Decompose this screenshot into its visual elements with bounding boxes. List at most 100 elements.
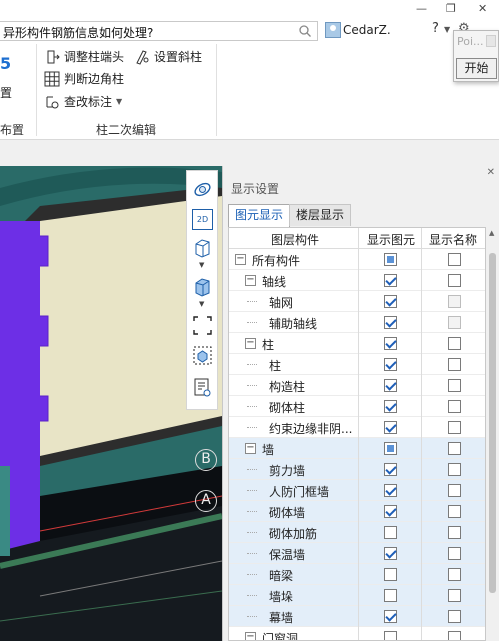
show-element-checkbox[interactable] (384, 631, 397, 640)
show-name-checkbox[interactable] (448, 610, 461, 623)
show-name-checkbox[interactable] (448, 526, 461, 539)
show-name-checkbox[interactable] (448, 631, 461, 640)
display-settings-icon[interactable] (192, 377, 213, 398)
column-header-show-name: 显示名称 (429, 233, 478, 247)
toolbar-strip (0, 140, 499, 166)
cube-view-dropdown-icon[interactable]: ▼ (199, 261, 204, 269)
table-row[interactable]: − 墙 (229, 438, 485, 459)
table-row[interactable]: 人防门框墙 (229, 480, 485, 501)
show-element-checkbox[interactable] (384, 295, 397, 308)
show-element-checkbox[interactable] (384, 442, 397, 455)
show-name-checkbox[interactable] (448, 505, 461, 518)
show-element-checkbox[interactable] (384, 274, 397, 287)
show-name-checkbox[interactable] (448, 589, 461, 602)
table-row[interactable]: 砌体墙 (229, 501, 485, 522)
layout-button-label[interactable]: 置 (0, 84, 12, 101)
show-element-checkbox[interactable] (384, 253, 397, 266)
show-name-checkbox[interactable] (448, 379, 461, 392)
orbit-icon[interactable] (192, 179, 213, 200)
show-element-checkbox[interactable] (384, 505, 397, 518)
table-row[interactable]: 辅助轴线 (229, 312, 485, 333)
tab-element-display[interactable]: 图元显示 (228, 204, 291, 227)
table-row[interactable]: 砌体柱 (229, 396, 485, 417)
tab-floor-display[interactable]: 楼层显示 (289, 204, 352, 226)
minimize-icon[interactable]: — (416, 2, 427, 15)
zoom-extents-icon[interactable] (192, 315, 213, 336)
table-row[interactable]: 幕墙 (229, 606, 485, 627)
table-row[interactable]: 柱 (229, 354, 485, 375)
collapse-toggle-icon[interactable]: − (245, 338, 256, 349)
close-window-icon[interactable]: ✕ (478, 2, 487, 15)
user-name[interactable]: CedarZ. (343, 23, 391, 37)
solid-cube-icon[interactable] (192, 276, 213, 297)
popup-input-button[interactable] (486, 35, 496, 47)
table-row[interactable]: − 轴线 (229, 270, 485, 291)
show-element-checkbox[interactable] (384, 400, 397, 413)
show-element-checkbox[interactable] (384, 463, 397, 476)
table-row[interactable]: − 所有构件 (229, 249, 485, 270)
popup-input[interactable]: Poi... (457, 35, 484, 48)
collapse-toggle-icon[interactable]: − (245, 632, 256, 640)
table-row[interactable]: − 门窗洞 (229, 627, 485, 640)
tree-connector (247, 364, 257, 365)
show-element-checkbox[interactable] (384, 421, 397, 434)
show-name-checkbox[interactable] (448, 253, 461, 266)
show-name-checkbox[interactable] (448, 442, 461, 455)
layer-label: 柱 (269, 359, 282, 373)
show-name-checkbox[interactable] (448, 358, 461, 371)
show-element-checkbox[interactable] (384, 610, 397, 623)
table-row[interactable]: 保温墙 (229, 543, 485, 564)
show-name-checkbox[interactable] (448, 274, 461, 287)
show-element-checkbox[interactable] (384, 337, 397, 350)
search-icon[interactable] (298, 24, 312, 38)
table-row[interactable]: 剪力墙 (229, 459, 485, 480)
restore-icon[interactable]: ❐ (446, 2, 456, 15)
adjust-column-end-icon (47, 50, 60, 63)
help-dropdown-icon[interactable]: ▼ (444, 25, 450, 34)
view-box-icon[interactable] (192, 345, 213, 366)
tree-connector (247, 322, 257, 323)
show-name-checkbox[interactable] (448, 337, 461, 350)
scrollbar-thumb[interactable] (489, 253, 496, 593)
show-name-checkbox[interactable] (448, 400, 461, 413)
show-element-checkbox[interactable] (384, 589, 397, 602)
user-avatar-icon[interactable] (325, 22, 341, 38)
table-row[interactable]: 约束边缘非阴... (229, 417, 485, 438)
judge-corner-column-button[interactable]: 判断边角柱 (44, 70, 124, 87)
panel-close-icon[interactable]: ✕ (487, 167, 495, 178)
show-element-checkbox[interactable] (384, 379, 397, 392)
cube-view-icon[interactable] (192, 237, 213, 258)
start-button[interactable]: 开始 (456, 58, 497, 79)
show-element-checkbox[interactable] (384, 316, 397, 329)
adjust-column-end-button[interactable]: 调整柱端头 (44, 48, 124, 65)
panel-scrollbar[interactable]: ▲ (487, 227, 498, 641)
scroll-up-icon[interactable]: ▲ (489, 229, 494, 237)
set-inclined-column-button[interactable]: 设置斜柱 (134, 48, 202, 65)
show-element-checkbox[interactable] (384, 568, 397, 581)
collapse-toggle-icon[interactable]: − (245, 443, 256, 454)
modify-annotation-button[interactable]: 查改标注 ▼ (44, 93, 122, 110)
view-2d-icon[interactable]: 2D (192, 209, 213, 230)
show-element-checkbox[interactable] (384, 358, 397, 371)
layout-tool-icon[interactable]: 5 (0, 54, 11, 73)
chevron-down-icon[interactable]: ▼ (116, 97, 122, 106)
show-name-checkbox[interactable] (448, 421, 461, 434)
search-input[interactable]: 异形构件钢筋信息如何处理? (0, 21, 318, 41)
show-element-checkbox[interactable] (384, 526, 397, 539)
show-name-checkbox[interactable] (448, 547, 461, 560)
table-row[interactable]: 墙垛 (229, 585, 485, 606)
show-name-checkbox[interactable] (448, 463, 461, 476)
collapse-toggle-icon[interactable]: − (245, 275, 256, 286)
table-row[interactable]: 砌体加筋 (229, 522, 485, 543)
table-row[interactable]: 暗梁 (229, 564, 485, 585)
solid-cube-dropdown-icon[interactable]: ▼ (199, 300, 204, 308)
show-name-checkbox[interactable] (448, 568, 461, 581)
table-row[interactable]: 构造柱 (229, 375, 485, 396)
table-row[interactable]: − 柱 (229, 333, 485, 354)
collapse-toggle-icon[interactable]: − (235, 254, 246, 265)
show-name-checkbox[interactable] (448, 484, 461, 497)
table-row[interactable]: 轴网 (229, 291, 485, 312)
show-element-checkbox[interactable] (384, 547, 397, 560)
help-icon[interactable]: ? (432, 21, 439, 36)
show-element-checkbox[interactable] (384, 484, 397, 497)
